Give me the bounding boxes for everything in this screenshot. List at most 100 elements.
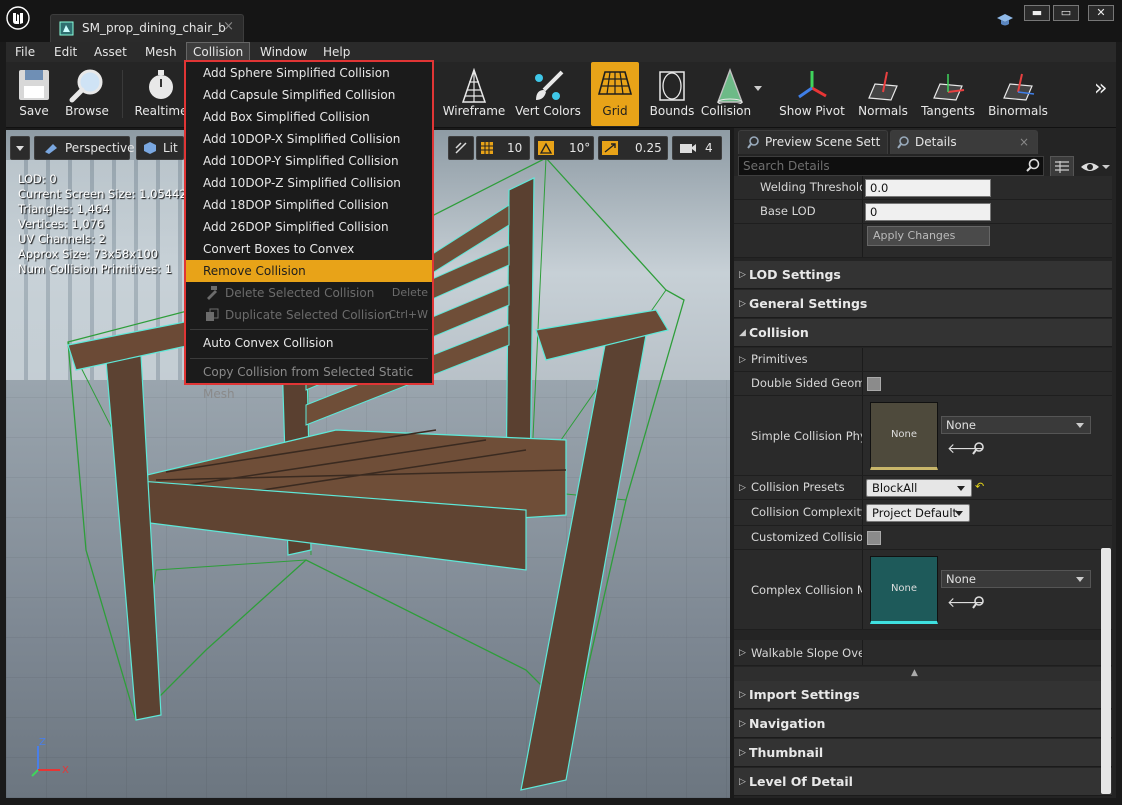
menu-separator bbox=[190, 358, 428, 359]
expand-arrow-icon: ▷ bbox=[739, 748, 746, 758]
shortcut-label: Delete bbox=[391, 286, 428, 299]
add-box-collision-item[interactable]: Add Box Simplified Collision bbox=[186, 106, 432, 128]
category-thumbnail[interactable]: ▷ Thumbnail bbox=[734, 739, 1112, 767]
show-pivot-button[interactable]: Show Pivot bbox=[776, 62, 848, 126]
physical-material-combo[interactable]: None bbox=[941, 416, 1091, 434]
apply-changes-button[interactable]: Apply Changes bbox=[867, 226, 990, 246]
duplicate-selected-collision-item[interactable]: Duplicate Selected Collision Ctrl+W bbox=[186, 304, 432, 326]
copy-collision-item[interactable]: Copy Collision from Selected Static Mesh bbox=[186, 361, 432, 401]
expand-arrow-icon: ▷ bbox=[739, 690, 746, 700]
collapse-up-icon: ▲ bbox=[911, 668, 918, 678]
double-sided-checkbox[interactable] bbox=[867, 377, 881, 391]
browse-asset-icon[interactable] bbox=[972, 596, 985, 609]
surface-snap-button[interactable] bbox=[448, 136, 474, 160]
menu-file[interactable]: File bbox=[9, 42, 41, 62]
toolbar-separator bbox=[122, 70, 123, 118]
mesh-stats: LOD: 0 Current Screen Size: 1.054428 Tri… bbox=[18, 172, 194, 277]
realtime-button[interactable]: Realtime bbox=[132, 62, 190, 126]
browse-button[interactable]: Browse bbox=[60, 62, 114, 126]
reset-to-default-icon[interactable]: ↶ bbox=[975, 480, 984, 493]
category-import-settings[interactable]: ▷ Import Settings bbox=[734, 681, 1112, 709]
add-18dop-item[interactable]: Add 18DOP Simplified Collision bbox=[186, 194, 432, 216]
bounds-button[interactable]: Bounds bbox=[646, 62, 698, 126]
collision-presets-combo[interactable]: BlockAll bbox=[866, 479, 972, 497]
unreal-logo-icon[interactable] bbox=[6, 6, 30, 30]
menu-edit[interactable]: Edit bbox=[48, 42, 83, 62]
category-general-settings[interactable]: ▷ General Settings bbox=[734, 290, 1112, 318]
tangents-button[interactable]: Tangents bbox=[918, 62, 978, 126]
vert-colors-button[interactable]: Vert Colors bbox=[514, 62, 582, 126]
customized-collision-checkbox[interactable] bbox=[867, 531, 881, 545]
binormals-button[interactable]: Binormals bbox=[986, 62, 1050, 126]
welding-threshold-field[interactable]: 0.0 bbox=[865, 179, 991, 197]
tab-preview-scene-settings[interactable]: Preview Scene Sett bbox=[738, 130, 888, 154]
category-collision[interactable]: ◢ Collision bbox=[734, 319, 1112, 347]
category-lod-settings[interactable]: ▷ LOD Settings bbox=[734, 261, 1112, 289]
menu-window[interactable]: Window bbox=[254, 42, 313, 62]
asset-tab[interactable]: SM_prop_dining_chair_b × bbox=[50, 14, 244, 42]
stat-screen-size: Current Screen Size: 1.054428 bbox=[18, 187, 195, 201]
primitives-row[interactable]: ▷ Primitives bbox=[734, 348, 1112, 372]
collision-dropdown-arrow[interactable] bbox=[754, 86, 762, 91]
browse-asset-icon[interactable] bbox=[972, 442, 985, 455]
base-lod-field[interactable]: 0 bbox=[865, 203, 991, 221]
chevron-down-icon bbox=[955, 511, 963, 516]
add-sphere-collision-item[interactable]: Add Sphere Simplified Collision bbox=[186, 62, 432, 84]
menu-collision[interactable]: Collision bbox=[186, 42, 251, 62]
toolbar-overflow-icon[interactable]: » bbox=[1094, 76, 1107, 101]
collision-button[interactable]: Collision bbox=[700, 62, 762, 126]
add-10dop-z-item[interactable]: Add 10DOP-Z Simplified Collision bbox=[186, 172, 432, 194]
complex-mesh-combo[interactable]: None bbox=[941, 570, 1091, 588]
front-leg-right bbox=[520, 334, 647, 791]
wireframe-button[interactable]: Wireframe bbox=[442, 62, 506, 126]
minimize-button[interactable]: ▬ bbox=[1024, 5, 1050, 21]
add-26dop-item[interactable]: Add 26DOP Simplified Collision bbox=[186, 216, 432, 238]
learning-cap-icon[interactable] bbox=[996, 12, 1014, 28]
collision-menu-dropdown: Add Sphere Simplified Collision Add Caps… bbox=[184, 60, 434, 401]
tab-details[interactable]: Details × bbox=[890, 130, 1038, 154]
save-button[interactable]: Save bbox=[10, 62, 58, 126]
search-details-input[interactable]: Search Details bbox=[738, 156, 1044, 176]
walkable-slope-row: ▷ Walkable Slope Overri bbox=[734, 640, 1112, 666]
normals-button[interactable]: Normals bbox=[856, 62, 910, 126]
add-capsule-collision-item[interactable]: Add Capsule Simplified Collision bbox=[186, 84, 432, 106]
viewport-options-button[interactable] bbox=[10, 136, 30, 160]
collision-presets-row: ▷ Collision Presets BlockAll ↶ bbox=[734, 476, 1112, 500]
add-10dop-x-item[interactable]: Add 10DOP-X Simplified Collision bbox=[186, 128, 432, 150]
rotation-snap-button[interactable]: 10° bbox=[534, 136, 594, 160]
complex-mesh-thumbnail[interactable]: None bbox=[870, 556, 938, 624]
details-scrollbar[interactable] bbox=[1101, 548, 1111, 794]
remove-collision-item[interactable]: Remove Collision bbox=[186, 260, 432, 282]
perspective-button[interactable]: Perspective bbox=[34, 136, 135, 160]
menu-mesh[interactable]: Mesh bbox=[139, 42, 183, 62]
grid-snap-button[interactable]: 10 bbox=[476, 136, 530, 160]
close-window-button[interactable]: ✕ bbox=[1088, 5, 1114, 21]
eye-icon[interactable] bbox=[1080, 158, 1110, 176]
stat-lod: LOD: 0 bbox=[18, 172, 57, 186]
duplicate-icon bbox=[206, 308, 219, 321]
maximize-button[interactable]: ▭ bbox=[1053, 5, 1079, 21]
category-level-of-detail[interactable]: ▷ Level Of Detail bbox=[734, 768, 1112, 796]
physical-material-thumbnail[interactable]: None bbox=[870, 402, 938, 470]
chevron-down-icon bbox=[1076, 577, 1084, 582]
close-tab-icon[interactable]: × bbox=[1019, 131, 1029, 153]
stat-triangles: Triangles: 1,464 bbox=[18, 202, 110, 216]
add-10dop-y-item[interactable]: Add 10DOP-Y Simplified Collision bbox=[186, 150, 432, 172]
auto-convex-collision-item[interactable]: Auto Convex Collision bbox=[186, 332, 432, 354]
category-navigation[interactable]: ▷ Navigation bbox=[734, 710, 1112, 738]
convert-boxes-item[interactable]: Convert Boxes to Convex bbox=[186, 238, 432, 260]
close-tab-icon[interactable]: × bbox=[223, 19, 234, 34]
menu-help[interactable]: Help bbox=[317, 42, 356, 62]
property-matrix-button[interactable] bbox=[1050, 156, 1074, 178]
camera-speed-button[interactable]: 4 bbox=[672, 136, 722, 160]
table-icon bbox=[1055, 161, 1069, 173]
binormals-icon bbox=[1003, 73, 1035, 101]
lit-mode-button[interactable]: Lit bbox=[136, 136, 184, 160]
scale-snap-button[interactable]: 0.25 bbox=[598, 136, 668, 160]
collapse-section-bar[interactable]: ▲ bbox=[734, 667, 1112, 681]
scale-snap-icon bbox=[602, 141, 618, 155]
delete-selected-collision-item[interactable]: Delete Selected Collision Delete bbox=[186, 282, 432, 304]
collision-complexity-combo[interactable]: Project Default bbox=[866, 504, 970, 522]
grid-button[interactable]: Grid bbox=[591, 62, 639, 126]
menu-asset[interactable]: Asset bbox=[88, 42, 133, 62]
